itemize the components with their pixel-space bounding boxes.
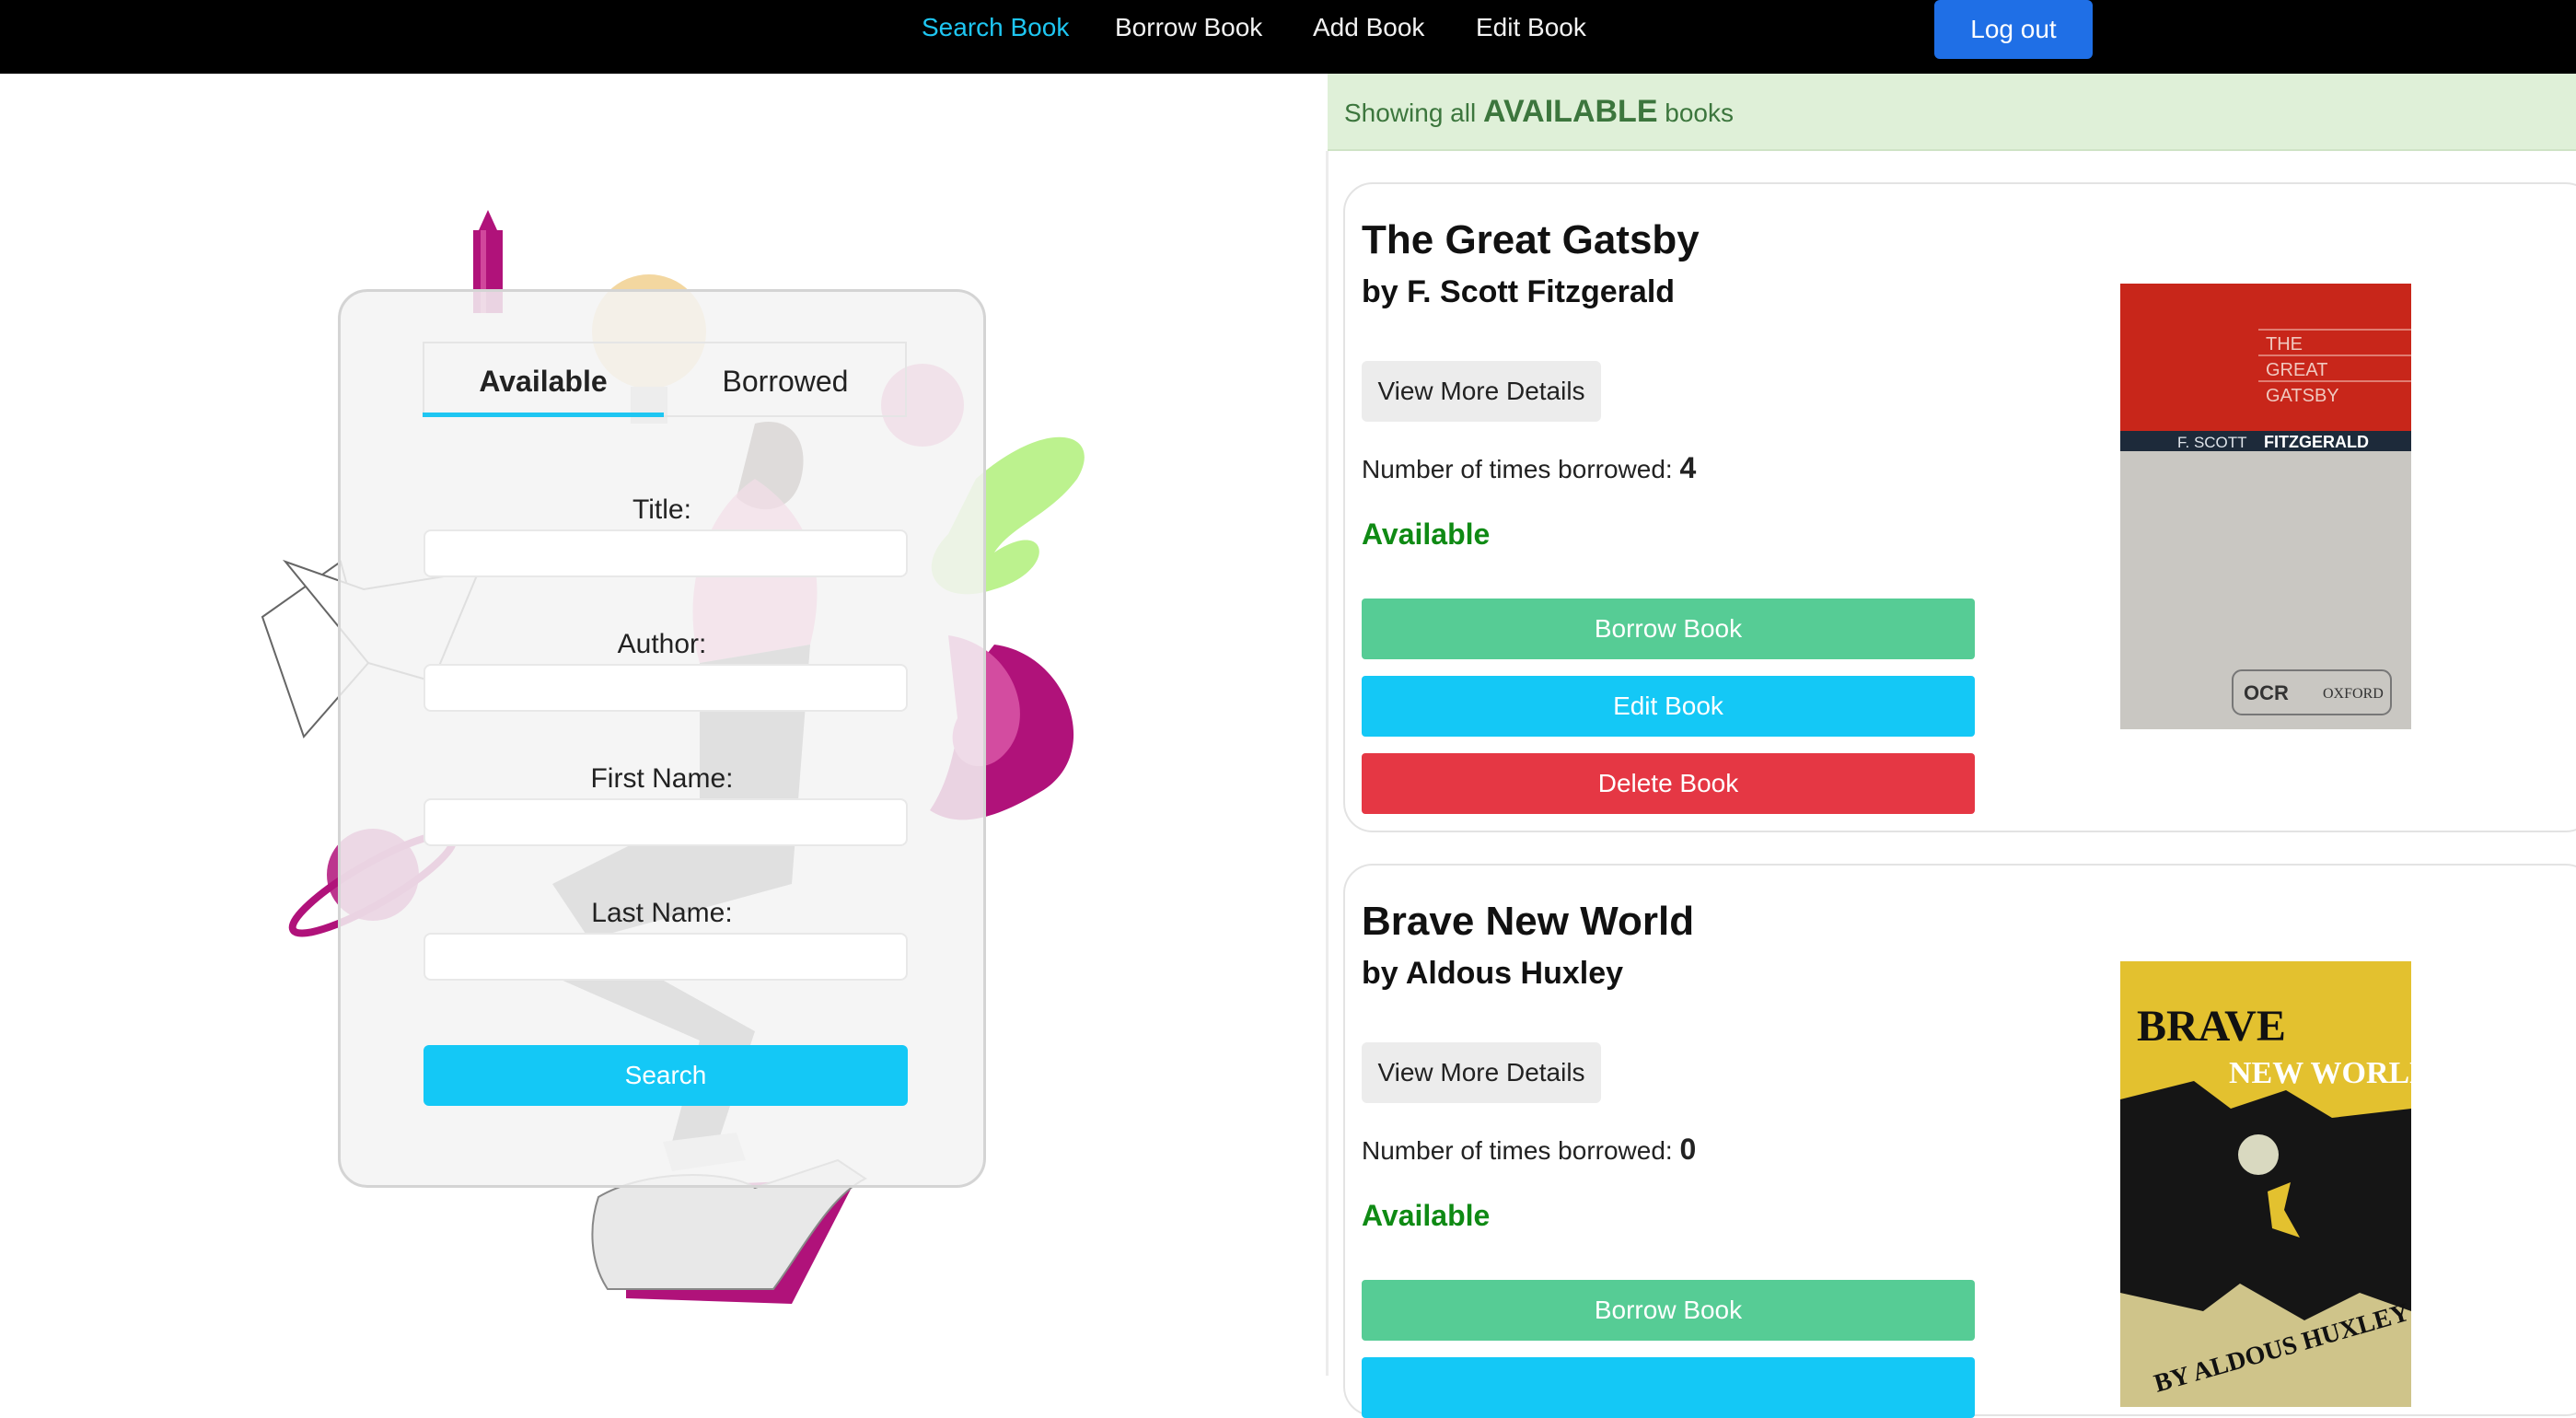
book-cover-image: THE GREAT GATSBY F. SCOTT FITZGERALD OCR… xyxy=(2120,284,2411,729)
book-card: The Great Gatsby by F. Scott Fitzgerald … xyxy=(1343,182,2576,832)
last-name-input[interactable] xyxy=(424,933,908,981)
borrow-book-button[interactable]: Borrow Book xyxy=(1362,1280,1975,1341)
cover-badge-oxford: OXFORD xyxy=(2323,686,2384,702)
logout-button[interactable]: Log out xyxy=(1934,0,2093,59)
banner-suffix: books xyxy=(1665,99,1734,127)
search-form-card: Available Borrowed Title: Author: First … xyxy=(338,289,986,1188)
book-author: by Aldous Huxley xyxy=(1362,956,1624,991)
book-card: Brave New World by Aldous Huxley View Mo… xyxy=(1343,864,2576,1418)
cover-title-word2: NEW WORLD xyxy=(2229,1056,2411,1090)
edit-book-button[interactable] xyxy=(1362,1357,1975,1418)
nav-edit-book[interactable]: Edit Book xyxy=(1476,11,1586,44)
nav-search-book[interactable]: Search Book xyxy=(922,11,1069,44)
gatsby-cover-art: THE GREAT GATSBY F. SCOTT FITZGERALD OCR… xyxy=(2120,284,2411,729)
background-illustration: Available Borrowed Title: Author: First … xyxy=(0,74,1326,1376)
borrow-count-value: 4 xyxy=(1679,451,1697,484)
borrow-count-value: 0 xyxy=(1679,1133,1697,1166)
cover-author-first: F. SCOTT xyxy=(2177,434,2247,451)
last-name-label: Last Name: xyxy=(591,898,733,928)
borrow-count-label: Number of times borrowed: xyxy=(1362,1136,1673,1165)
results-banner: Showing all AVAILABLE books xyxy=(1328,74,2576,151)
cover-title-line1: THE xyxy=(2266,334,2303,354)
author-label: Author: xyxy=(617,629,707,659)
cover-badge-ocr: OCR xyxy=(2244,681,2289,704)
banner-emphasis: AVAILABLE xyxy=(1482,94,1658,129)
tab-available[interactable]: Available xyxy=(423,345,664,417)
view-details-button[interactable]: View More Details xyxy=(1362,1042,1601,1103)
banner-text: Showing all AVAILABLE books xyxy=(1344,94,1734,130)
top-navbar: Search Book Borrow Book Add Book Edit Bo… xyxy=(0,0,2576,74)
book-author: by F. Scott Fitzgerald xyxy=(1362,274,1676,309)
cover-title-word1: BRAVE xyxy=(2137,1002,2286,1051)
availability-status: Available xyxy=(1362,517,1491,551)
view-details-button[interactable]: View More Details xyxy=(1362,361,1601,422)
search-button[interactable]: Search xyxy=(424,1045,908,1106)
author-input[interactable] xyxy=(424,664,908,712)
book-cover-image: BRAVE NEW WORLD BY ALDOUS HUXLEY xyxy=(2120,961,2411,1407)
availability-status: Available xyxy=(1362,1199,1491,1232)
first-name-input[interactable] xyxy=(424,798,908,846)
banner-prefix: Showing all xyxy=(1344,99,1477,127)
list-divider xyxy=(1326,151,1329,1376)
title-label: Title: xyxy=(632,494,691,525)
cover-title-line2: GREAT xyxy=(2266,360,2327,380)
book-title: The Great Gatsby xyxy=(1362,217,1700,262)
borrow-count-label: Number of times borrowed: xyxy=(1362,455,1673,483)
edit-book-button[interactable]: Edit Book xyxy=(1362,676,1975,737)
tab-borrowed[interactable]: Borrowed xyxy=(665,345,906,417)
brave-new-world-cover-art: BRAVE NEW WORLD BY ALDOUS HUXLEY xyxy=(2120,961,2411,1407)
cover-author-surname: FITZGERALD xyxy=(2264,433,2369,451)
borrow-book-button[interactable]: Borrow Book xyxy=(1362,599,1975,659)
nav-borrow-book[interactable]: Borrow Book xyxy=(1115,11,1262,44)
borrow-count: Number of times borrowed: 0 xyxy=(1362,1133,1696,1167)
borrow-count: Number of times borrowed: 4 xyxy=(1362,451,1696,485)
cover-title-line3: GATSBY xyxy=(2266,386,2339,406)
title-input[interactable] xyxy=(424,529,908,577)
nav-add-book[interactable]: Add Book xyxy=(1313,11,1424,44)
first-name-label: First Name: xyxy=(590,763,734,794)
book-title: Brave New World xyxy=(1362,899,1695,944)
delete-book-button[interactable]: Delete Book xyxy=(1362,753,1975,814)
